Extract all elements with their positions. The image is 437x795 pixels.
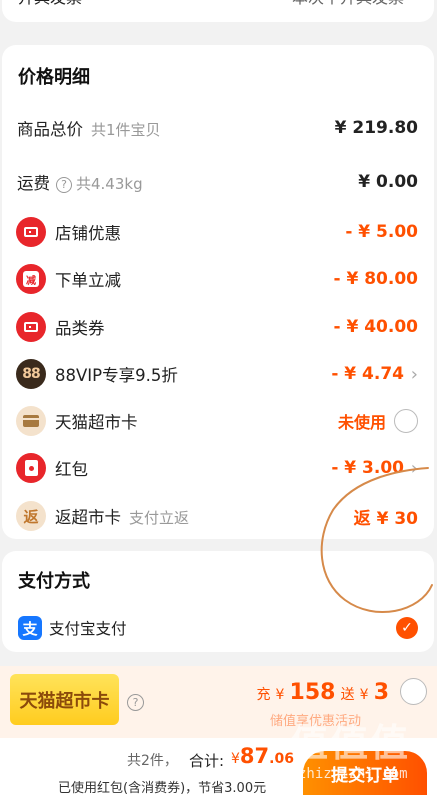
check-icon[interactable]: ✓ [396, 617, 418, 639]
vip-88-icon: 88 [16, 359, 46, 389]
promo-gift-amount: 3 [373, 680, 389, 705]
promo-radio[interactable] [400, 678, 427, 705]
goods-total-sub: 共1件宝贝 [91, 121, 161, 139]
tmall-card-radio[interactable] [394, 409, 418, 433]
discount-row-instant: 减 下单立减 - ¥ 80.00 [2, 259, 434, 299]
watermark: 值值值 [290, 721, 411, 765]
tmall-card-status: 未使用 [337, 413, 386, 432]
shipping-row: 运费? 共4.43kg ¥ 0.00 [2, 162, 434, 202]
vip-88-badge: 88 [22, 366, 41, 382]
total-amount: ¥87.06 [231, 744, 294, 768]
promo-offer: 充 ¥ 158 送 ¥ 3 [256, 680, 389, 705]
discount-label: 品类券 [55, 319, 105, 338]
price-detail-title: 价格明细 [18, 67, 90, 88]
discount-label: 红包 [55, 460, 88, 479]
discount-amount: - ¥ 4.74 [331, 364, 404, 384]
discount-row-vip[interactable]: 88 88VIP专享9.5折 - ¥ 4.74 › [2, 354, 434, 394]
help-icon[interactable]: ? [127, 694, 144, 711]
goods-total-row: 商品总价 共1件宝贝 ¥ 219.80 [2, 108, 434, 148]
discount-amount: - ¥ 80.00 [333, 269, 419, 289]
alipay-icon: 支 [18, 616, 42, 640]
discount-row-category: 品类券 - ¥ 40.00 [2, 307, 434, 347]
cashback-amount: 返 ¥ 30 [353, 508, 418, 529]
tmall-card-promo-badge: 天猫超市卡 [10, 674, 119, 725]
tmall-card-icon [16, 406, 46, 436]
coupon-icon [16, 217, 46, 247]
discount-amount: - ¥ 40.00 [333, 317, 419, 337]
cashback-icon: 返 [16, 501, 46, 531]
coupon-icon [16, 312, 46, 342]
price-detail-card: 价格明细 商品总价 共1件宝贝 ¥ 219.80 运费? 共4.43kg ¥ 0.0… [2, 45, 434, 539]
item-count: 共2件， [127, 753, 178, 769]
discount-label: 店铺优惠 [55, 224, 121, 243]
shipping-label: 运费 [17, 174, 50, 193]
red-packet-icon [16, 453, 46, 483]
chevron-right-icon: › [410, 363, 418, 385]
discount-row-red-packet[interactable]: 红包 - ¥ 3.00 › [2, 448, 434, 488]
instant-discount-badge: 减 [23, 271, 39, 287]
shipping-weight: 共4.43kg [76, 175, 143, 193]
shipping-amount: ¥ 0.00 [358, 172, 418, 192]
discount-label: 下单立减 [55, 271, 121, 290]
payment-method-label: 支付宝支付 [49, 620, 127, 638]
goods-total-amount: ¥ 219.80 [334, 118, 418, 138]
chevron-right-icon: › [410, 457, 418, 479]
promo-charge-amount: 158 [289, 680, 336, 705]
cashback-badge: 返 [23, 507, 39, 526]
help-icon[interactable]: ? [56, 176, 72, 193]
discount-label: 返超市卡 [55, 508, 121, 527]
invoice-label: 开具发票 [18, 0, 82, 8]
discount-row-cashback: 返 返超市卡 支付立返 返 ¥ 30 [2, 496, 434, 536]
payment-title: 支付方式 [18, 571, 90, 592]
total-label: 合计: [189, 752, 225, 770]
savings-note: 已使用红包(含消费券)，节省3.00元 [58, 781, 267, 795]
discount-amount: - ¥ 5.00 [345, 222, 418, 242]
invoice-card[interactable]: 开具发票 本次不开具发票 › [2, 0, 434, 22]
watermark-site: zhizhizhi.com [298, 766, 408, 782]
discount-row-store: 店铺优惠 - ¥ 5.00 [2, 212, 434, 252]
discount-amount: - ¥ 3.00 [331, 458, 404, 478]
payment-card: 支付方式 支 支付宝支付 ✓ [2, 551, 434, 652]
discount-label: 88VIP专享9.5折 [55, 366, 178, 385]
goods-total-label: 商品总价 [17, 120, 83, 139]
discount-label: 天猫超市卡 [55, 413, 138, 432]
cashback-sub: 支付立返 [129, 509, 190, 527]
invoice-value: 本次不开具发票 [292, 0, 404, 8]
chevron-right-icon: › [412, 0, 418, 1]
instant-discount-icon: 减 [16, 264, 46, 294]
payment-method-alipay[interactable]: 支 支付宝支付 ✓ [2, 608, 434, 648]
discount-row-tmall-card[interactable]: 天猫超市卡 未使用 [2, 401, 434, 441]
